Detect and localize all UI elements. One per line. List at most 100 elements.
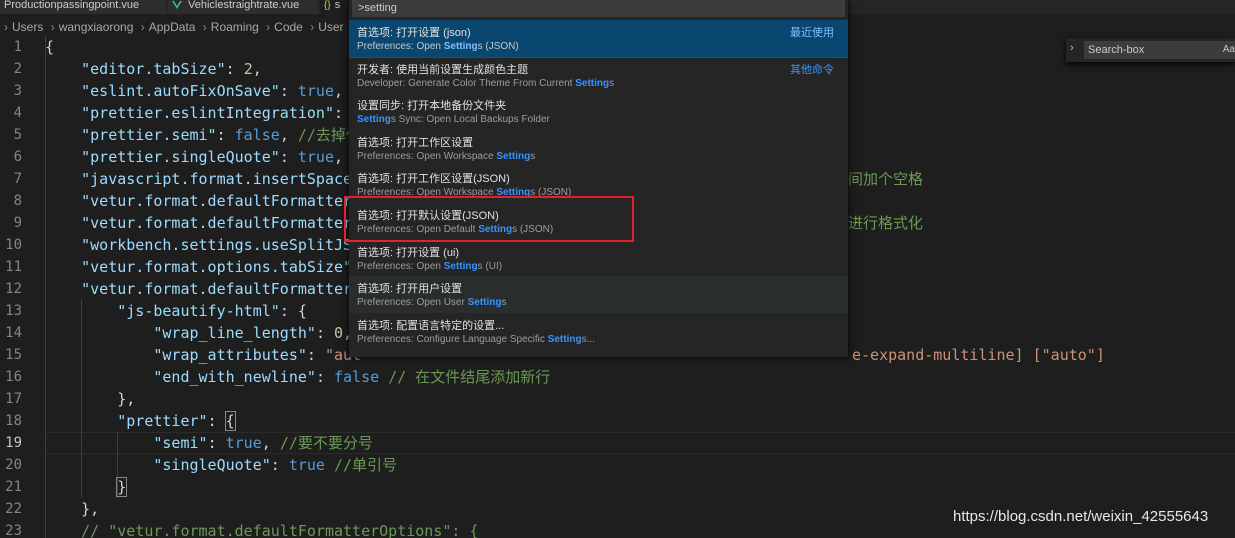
breadcrumb-user[interactable]: User — [318, 20, 343, 34]
code-text: } — [116, 477, 128, 497]
code-line[interactable]: 20 "singleQuote": true //单引号 — [0, 454, 1235, 476]
breadcrumb-wangxiaorong[interactable]: wangxiaorong — [59, 20, 134, 34]
command-palette-input[interactable]: >setting — [352, 0, 845, 17]
code-text: "prettier.singleQuote": true, / — [81, 148, 361, 166]
code-text: "end_with_newline": false // 在文件结尾添加新行 — [153, 368, 551, 386]
command-detail: Preferences: Open Settings (UI) — [357, 260, 503, 272]
tab-productionpassingpoint[interactable]: Productionpassingpoint.vue — [0, 0, 166, 14]
line-number: 15 — [5, 347, 22, 363]
code-text: { — [45, 38, 55, 56]
match-highlight: Setting — [443, 260, 478, 272]
line-number: 10 — [5, 237, 22, 253]
watermark: https://blog.csdn.net/weixin_42555643 — [953, 508, 1209, 525]
tab-label: Productionpassingpoint.vue — [4, 0, 140, 11]
match-highlight: Setting — [496, 150, 531, 162]
line-number: 12 — [5, 281, 22, 297]
command-detail: Settings Sync: Open Local Backups Folder — [357, 114, 550, 126]
code-text: }, — [45, 390, 136, 408]
command-detail: Preferences: Open Settings (JSON) — [357, 41, 519, 52]
command-item[interactable]: 首选项: 打开工作区设置 Preferences: Open Workspace … — [349, 130, 848, 167]
command-group-label: 其他命令 — [790, 63, 834, 76]
code-text: "singleQuote": true //单引号 — [153, 456, 398, 474]
chevron-right-icon: › — [140, 20, 145, 34]
chevron-right-icon[interactable]: › — [1070, 42, 1074, 54]
command-detail: Preferences: Open Workspace Settings — [357, 150, 536, 162]
command-label: 首选项: 打开设置 (json) — [357, 27, 471, 39]
chevron-right-icon: › — [50, 20, 55, 34]
command-item[interactable]: 首选项: 打开用户设置 Preferences: Open User Settin… — [349, 276, 848, 313]
breadcrumb-users[interactable]: Users — [12, 20, 43, 34]
command-item[interactable]: 首选项: 打开设置 (json) Preferences: Open Settin… — [349, 20, 848, 57]
code-text-overflow: 间加个空格 — [848, 170, 924, 188]
breadcrumb: › Users › wangxiaorong › AppData › Roaming ›… — [0, 16, 360, 38]
code-text: "prettier.eslintIntegration": t — [81, 104, 361, 122]
command-label: 首选项: 打开设置 (ui) — [357, 246, 460, 259]
code-text-overflow: e-expand-multiline] ["auto"] — [852, 346, 1105, 364]
command-label: 开发者: 使用当前设置生成颜色主题 — [357, 63, 529, 76]
code-line[interactable]: 21 } — [0, 476, 1235, 498]
code-line[interactable]: 19 "semi": true, //要不要分号 — [0, 432, 1235, 454]
line-number: 1 — [13, 39, 22, 55]
code-text: "prettier.semi": false, //去掉代 — [81, 126, 361, 144]
code-text: "vetur.format.defaultFormatter — [81, 192, 353, 210]
line-number: 19 — [5, 435, 22, 451]
code-line[interactable]: 18 "prettier": { — [0, 410, 1235, 432]
command-detail: Preferences: Configure Language Specific… — [357, 333, 595, 345]
tab-vehiclestraightrate[interactable]: Vehiclestraightrate.vue — [168, 0, 318, 14]
breadcrumb-appdata[interactable]: AppData — [149, 20, 196, 34]
line-number: 9 — [13, 215, 22, 231]
line-number: 3 — [13, 83, 22, 99]
code-line[interactable]: 17 }, — [0, 388, 1235, 410]
breadcrumb-code[interactable]: Code — [274, 20, 303, 34]
line-number: 5 — [13, 127, 22, 143]
line-number: 13 — [5, 303, 22, 319]
code-text: "wrap_line_length": 0, — [153, 324, 353, 342]
line-number: 11 — [5, 259, 22, 275]
highlight-box — [344, 196, 634, 242]
line-number: 16 — [5, 369, 22, 385]
command-item[interactable]: 设置同步: 打开本地备份文件夹 Settings Sync: Open Local… — [349, 93, 848, 130]
line-number: 17 — [5, 391, 22, 407]
command-label: 设置同步: 打开本地备份文件夹 — [357, 100, 507, 113]
command-label: 首选项: 打开工作区设置 — [357, 136, 474, 149]
find-input[interactable]: Search-box — [1084, 41, 1235, 59]
code-text: "prettier": { — [117, 411, 236, 431]
chevron-right-icon: › — [4, 20, 8, 34]
command-item[interactable]: 开发者: 使用当前设置生成颜色主题 Developer: Generate Col… — [349, 56, 848, 94]
tab-label: Vehiclestraightrate.vue — [188, 0, 300, 11]
group-separator — [349, 56, 848, 58]
chevron-right-icon: › — [202, 20, 207, 34]
line-number: 7 — [13, 171, 22, 187]
match-case-toggle[interactable]: Aa — [1223, 41, 1235, 59]
command-label: 首选项: 配置语言特定的设置... — [357, 319, 505, 332]
line-number: 14 — [5, 325, 22, 341]
line-number: 23 — [5, 523, 22, 538]
breadcrumb-roaming[interactable]: Roaming — [211, 20, 259, 34]
command-detail: Preferences: Open User Settings — [357, 297, 507, 309]
code-text: "js-beautify-html": { — [117, 302, 307, 320]
vue-icon — [172, 1, 182, 10]
code-text: "wrap_attributes": "aut — [153, 346, 362, 364]
match-highlight: Setting — [467, 297, 502, 309]
command-palette: >setting 首选项: 打开设置 (json) Preferences: Op… — [349, 0, 848, 357]
chevron-right-icon: › — [310, 20, 315, 34]
line-number: 18 — [5, 413, 22, 429]
code-text: "vetur.format.options.tabSize": — [81, 258, 361, 276]
match-highlight: Setting — [547, 333, 582, 345]
json-icon: {} — [324, 0, 331, 11]
match-highlight: Setting — [443, 41, 478, 52]
find-widget: › Search-box Aa — [1066, 38, 1235, 62]
match-highlight: Setting — [575, 77, 610, 89]
command-item[interactable]: 首选项: 打开设置 (ui) Preferences: Open Settings… — [349, 240, 848, 277]
chevron-right-icon: › — [266, 20, 271, 34]
code-text: "vetur.format.defaultFormatterO — [81, 280, 362, 298]
code-text: "semi": true, //要不要分号 — [153, 434, 373, 452]
match-highlight: Setting — [357, 114, 391, 126]
line-number: 8 — [13, 193, 22, 209]
command-label: 首选项: 打开用户设置 — [357, 283, 463, 296]
code-text: "workbench.settings.useSplitJSO — [81, 236, 362, 254]
line-number: 6 — [13, 149, 22, 165]
code-text: "eslint.autoFixOnSave": true, / — [81, 82, 361, 100]
code-line[interactable]: 16 "end_with_newline": false // 在文件结尾添加新… — [0, 366, 1235, 388]
command-item[interactable]: 首选项: 配置语言特定的设置... Preferences: Configure … — [349, 313, 848, 350]
